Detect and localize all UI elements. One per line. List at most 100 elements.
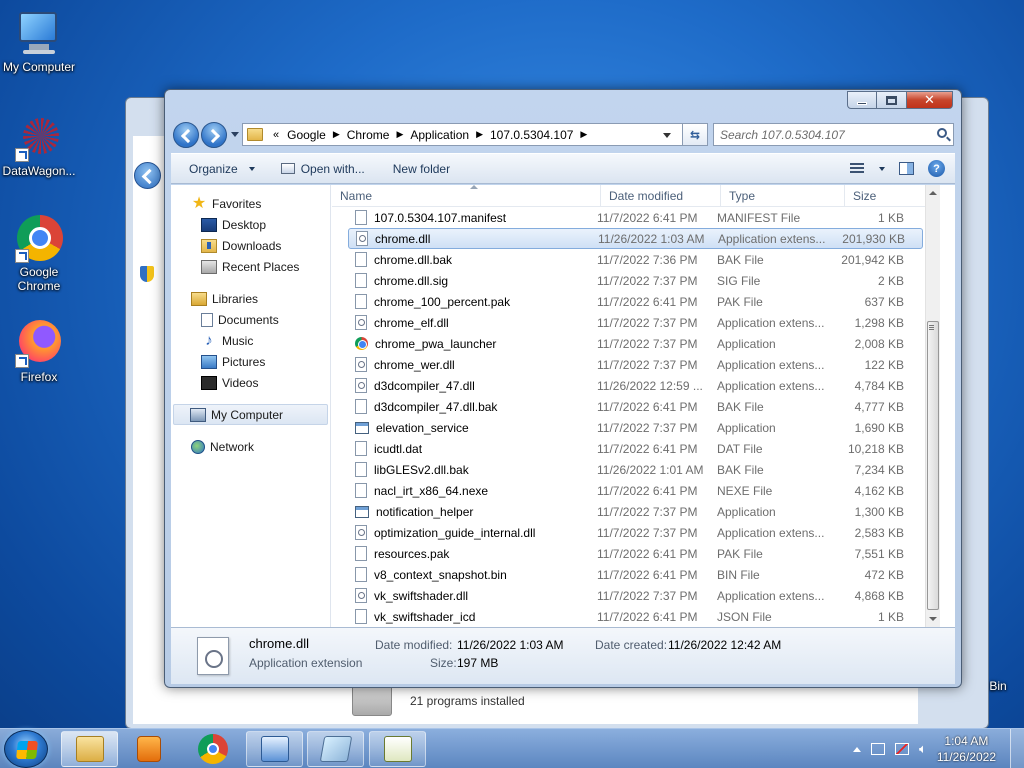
documents-icon (201, 312, 213, 327)
taskbar-media-player[interactable] (120, 731, 177, 767)
file-row[interactable]: 107.0.5304.107.manifest 11/7/2022 6:41 PM… (332, 207, 940, 228)
close-button[interactable]: ✕ (907, 91, 953, 109)
nav-item-downloads[interactable]: Downloads (171, 235, 330, 256)
nav-item-documents[interactable]: Documents (171, 309, 330, 330)
file-type-cell: JSON File (717, 609, 772, 624)
file-row[interactable]: chrome_elf.dll 11/7/2022 7:37 PM Applicati… (332, 312, 940, 333)
breadcrumb-google[interactable]: Google (283, 128, 330, 142)
file-icon (355, 609, 367, 624)
volume-icon[interactable]: 🔈︎ (919, 741, 927, 757)
taskbar-control-panel[interactable] (246, 731, 303, 767)
details-modified-value: 11/26/2022 1:03 AM (457, 638, 564, 652)
nav-item-videos[interactable]: Videos (171, 372, 330, 393)
forward-button[interactable] (201, 122, 227, 148)
organize-button[interactable]: Organize (171, 154, 265, 183)
chevron-right-icon[interactable]: ▶ (330, 129, 343, 140)
notepad-icon (319, 736, 352, 762)
search-input[interactable]: Search 107.0.5304.107 (713, 123, 954, 146)
scrollbar-thumb[interactable] (927, 321, 939, 610)
explorer-window[interactable]: ✕ « Google ▶ Chrome ▶ Application ▶ 107.… (164, 89, 962, 688)
chrome-icon (355, 337, 368, 350)
show-hidden-icons-icon[interactable] (853, 746, 862, 752)
clock[interactable]: 1:04 AM 11/26/2022 (937, 733, 996, 765)
change-view-button[interactable] (850, 162, 885, 175)
action-center-icon[interactable] (895, 743, 910, 755)
scroll-down-icon[interactable] (929, 617, 937, 621)
show-desktop-button[interactable] (1010, 729, 1024, 768)
vertical-scrollbar[interactable] (925, 185, 940, 627)
file-date-cell: 11/7/2022 7:37 PM (597, 525, 698, 540)
details-pane: chrome.dll Application extension Date mo… (171, 627, 955, 684)
help-icon[interactable]: ? (928, 160, 945, 177)
background-back-arrow-icon[interactable] (134, 162, 161, 189)
taskbar-app[interactable] (369, 731, 426, 767)
back-button[interactable] (173, 122, 199, 148)
start-button[interactable] (4, 730, 48, 768)
file-row[interactable]: icudtl.dat 11/7/2022 6:41 PM DAT File 10,21… (332, 438, 940, 459)
file-row[interactable]: notification_helper 11/7/2022 7:37 PM Appl… (332, 501, 940, 522)
dll-file-icon (355, 378, 367, 393)
address-bar[interactable]: « Google ▶ Chrome ▶ Application ▶ 107.0.… (242, 123, 708, 146)
file-row[interactable]: chrome.dll.bak 11/7/2022 7:36 PM BAK File 2… (332, 249, 940, 270)
column-header-size[interactable]: Size (845, 185, 925, 206)
file-name-cell: resources.pak (332, 546, 594, 561)
file-row[interactable]: libGLESv2.dll.bak 11/26/2022 1:01 AM BAK F… (332, 459, 940, 480)
desktop-icon-firefox[interactable]: Firefox (0, 320, 79, 384)
nav-item-network[interactable]: Network (171, 436, 330, 457)
open-with-button[interactable]: Open with... (265, 154, 375, 183)
chevron-right-icon[interactable]: ▶ (577, 129, 590, 140)
file-row[interactable]: resources.pak 11/7/2022 6:41 PM PAK File 7,… (332, 543, 940, 564)
preview-pane-icon[interactable] (899, 162, 914, 175)
nav-item-recent-places[interactable]: Recent Places (171, 256, 330, 277)
column-header-type[interactable]: Type (721, 185, 845, 206)
file-name: chrome.dll.sig (374, 273, 449, 288)
file-row[interactable]: d3dcompiler_47.dll 11/26/2022 12:59 ... Ap… (332, 375, 940, 396)
taskbar-chrome[interactable] (184, 731, 241, 767)
nav-item-favorites[interactable]: ★ Favorites (171, 193, 330, 214)
file-row[interactable]: chrome.dll 11/26/2022 1:03 AM Application … (348, 228, 923, 249)
file-row[interactable]: d3dcompiler_47.dll.bak 11/7/2022 6:41 PM B… (332, 396, 940, 417)
nav-item-music[interactable]: ♪ Music (171, 330, 330, 351)
breadcrumb-version[interactable]: 107.0.5304.107 (486, 128, 577, 142)
chevron-right-icon[interactable]: ▶ (393, 129, 406, 140)
nav-item-desktop[interactable]: Desktop (171, 214, 330, 235)
file-row[interactable]: vk_swiftshader_icd 11/7/2022 6:41 PM JSON … (332, 606, 940, 627)
network-tray-icon[interactable] (871, 743, 886, 755)
nav-item-pictures[interactable]: Pictures (171, 351, 330, 372)
address-overflow[interactable]: « (269, 129, 283, 141)
file-row[interactable]: optimization_guide_internal.dll 11/7/2022… (332, 522, 940, 543)
recent-pages-dropdown-icon[interactable] (231, 132, 239, 137)
file-name-cell: d3dcompiler_47.dll.bak (332, 399, 594, 414)
file-row[interactable]: chrome.dll.sig 11/7/2022 7:37 PM SIG File 2… (332, 270, 940, 291)
file-row[interactable]: nacl_irt_x86_64.nexe 11/7/2022 6:41 PM NEX… (332, 480, 940, 501)
file-row[interactable]: chrome_100_percent.pak 11/7/2022 6:41 PM P… (332, 291, 940, 312)
refresh-icon: ⇆ (689, 127, 701, 142)
search-icon[interactable] (937, 128, 947, 138)
desktop-icon-google-chrome[interactable]: Google Chrome (0, 215, 79, 293)
desktop-icon-my-computer[interactable]: My Computer (0, 10, 79, 74)
maximize-button[interactable] (877, 91, 907, 109)
file-row[interactable]: elevation_service 11/7/2022 7:37 PM Applic… (332, 417, 940, 438)
column-header-name[interactable]: Name (332, 185, 601, 206)
scroll-up-icon[interactable] (929, 191, 937, 195)
refresh-button[interactable]: ⇆ (682, 123, 708, 146)
file-row[interactable]: vk_swiftshader.dll 11/7/2022 7:37 PM Appli… (332, 585, 940, 606)
file-row[interactable]: v8_context_snapshot.bin 11/7/2022 6:41 PM… (332, 564, 940, 585)
taskbar-notepad[interactable] (307, 731, 364, 767)
breadcrumb-application[interactable]: Application (406, 128, 473, 142)
breadcrumb-chrome[interactable]: Chrome (343, 128, 394, 142)
column-header-date[interactable]: Date modified (601, 185, 721, 206)
chevron-right-icon[interactable]: ▶ (473, 129, 486, 140)
nav-item-libraries[interactable]: Libraries (171, 288, 330, 309)
desktop-icon-datawagon[interactable]: DataWagon... (0, 114, 79, 178)
nav-item-my-computer[interactable]: My Computer (173, 404, 328, 425)
file-size-cell: 201,930 KB (842, 231, 905, 246)
file-row[interactable]: chrome_pwa_launcher 11/7/2022 7:37 PM Appl… (332, 333, 940, 354)
address-dropdown-icon[interactable] (663, 133, 671, 138)
minimize-button[interactable] (847, 91, 877, 109)
file-date-cell: 11/7/2022 7:37 PM (597, 315, 698, 330)
file-row[interactable]: chrome_wer.dll 11/7/2022 7:37 PM Applicati… (332, 354, 940, 375)
taskbar-explorer[interactable] (61, 731, 118, 767)
open-with-label: Open with... (300, 161, 365, 176)
new-folder-button[interactable]: New folder (375, 154, 460, 183)
